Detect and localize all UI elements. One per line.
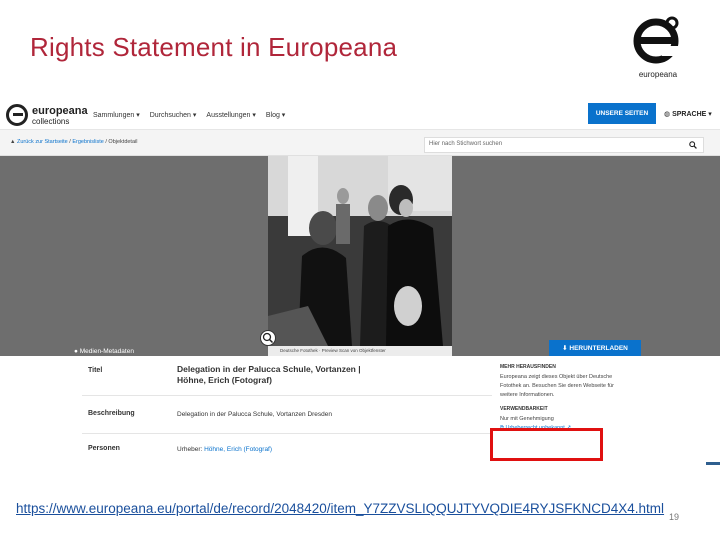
photo-caption: Deutsche Fotothek · Preview Scan von Obj… xyxy=(268,346,452,356)
record-photo[interactable] xyxy=(268,156,452,346)
zoom-icon[interactable] xyxy=(260,330,276,346)
europeana-e-icon xyxy=(6,104,28,126)
globe-icon: ◍ xyxy=(664,111,673,118)
accent-line xyxy=(706,462,720,465)
magnifier-icon xyxy=(262,332,274,344)
persons-link[interactable]: Höhne, Erich (Fotograf) xyxy=(204,446,272,453)
language-label: SPRACHE ▾ xyxy=(672,111,712,118)
europeana-logo-icon xyxy=(633,16,679,64)
search-placeholder: Hier nach Stichwort suchen xyxy=(429,141,503,147)
breadcrumb-results[interactable]: Ergebnisliste xyxy=(72,139,104,145)
metadata-persons-value: Urheber: Höhne, Erich (Fotograf) xyxy=(177,446,272,453)
metadata-sidebar: MEHR HERAUSFINDEN Europeana zeigt dieses… xyxy=(500,356,618,433)
nav-ausstellungen[interactable]: Ausstellungen ▾ xyxy=(206,111,255,119)
rights-note: Nur mit Genehmigung xyxy=(500,416,554,422)
download-button[interactable]: ⬇ HERUNTERLADEN xyxy=(549,340,641,356)
search-icon[interactable] xyxy=(689,141,697,149)
metadata-key: Titel xyxy=(88,367,103,374)
logo-wordmark: europeana xyxy=(638,70,678,79)
breadcrumb: ▲ Zurück zur Startseite / Ergebnisliste … xyxy=(10,139,137,145)
metadata-row-persons: Personen Urheber: Höhne, Erich (Fotograf… xyxy=(82,434,492,470)
main-nav: Sammlungen ▾ Durchsuchen ▾ Ausstellungen… xyxy=(93,111,285,119)
breadcrumb-bar: ▲ Zurück zur Startseite / Ergebnisliste … xyxy=(0,130,720,156)
nav-blog[interactable]: Blog ▾ xyxy=(266,111,285,119)
metadata-row-description: Beschreibung Delegation in der Palucca S… xyxy=(82,396,492,434)
search-input[interactable]: Hier nach Stichwort suchen xyxy=(424,137,704,153)
home-icon: ▲ xyxy=(10,139,17,145)
metadata-table: Titel Delegation in der Palucca Schule, … xyxy=(82,356,492,470)
media-metadata-label: Medien-Metadaten xyxy=(79,348,134,355)
nav-sammlungen[interactable]: Sammlungen ▾ xyxy=(93,111,140,119)
download-label: HERUNTERLADEN xyxy=(569,344,628,352)
reuse-heading: VERWENDBARKEIT xyxy=(500,406,548,412)
nav-durchsuchen[interactable]: Durchsuchen ▾ xyxy=(150,111,197,119)
bw-photograph xyxy=(268,156,452,346)
more-info-heading: MEHR HERAUSFINDEN xyxy=(500,364,556,370)
metadata-row-title: Titel Delegation in der Palucca Schule, … xyxy=(82,356,492,396)
unsere-seiten-button[interactable]: UNSERE SEITEN xyxy=(588,103,656,124)
europeana-logo: europeana xyxy=(628,14,688,84)
metadata-key: Personen xyxy=(88,445,120,452)
source-url-link[interactable]: https://www.europeana.eu/portal/de/recor… xyxy=(16,499,706,519)
image-viewer: Deutsche Fotothek · Preview Scan von Obj… xyxy=(0,156,720,356)
persons-prefix: Urheber: xyxy=(177,446,203,453)
breadcrumb-current: Objektdetail xyxy=(108,139,138,145)
more-info-text: Europeana zeigt dieses Objekt über Deuts… xyxy=(500,374,614,398)
rights-highlight-box xyxy=(490,428,603,461)
metadata-area: Titel Delegation in der Palucca Schule, … xyxy=(0,356,720,470)
download-icon: ⬇ xyxy=(562,345,570,352)
logo-subword: collections xyxy=(32,117,70,126)
metadata-key: Beschreibung xyxy=(88,410,135,417)
breadcrumb-back[interactable]: Zurück zur Startseite xyxy=(17,139,68,145)
slide-title: Rights Statement in Europeana xyxy=(30,32,398,62)
logo-word: europeana xyxy=(32,105,88,117)
europeana-collections-logo[interactable]: europeana collections xyxy=(6,104,88,128)
metadata-description-value: Delegation in der Palucca Schule, Vortan… xyxy=(177,411,333,418)
site-header: europeana collections Sammlungen ▾ Durch… xyxy=(0,100,720,130)
language-selector[interactable]: ◍ SPRACHE ▾ xyxy=(664,110,712,118)
europeana-record-screenshot: europeana collections Sammlungen ▾ Durch… xyxy=(0,100,720,470)
metadata-title-value: Delegation in der Palucca Schule, Vortan… xyxy=(177,364,361,385)
